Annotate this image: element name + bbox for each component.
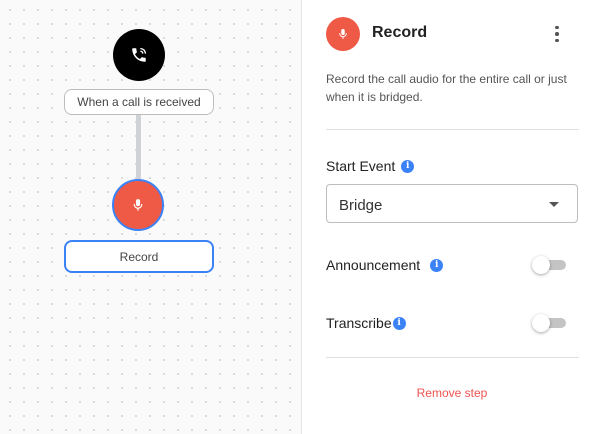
more-vertical-icon-dot xyxy=(555,38,559,43)
trigger-node[interactable] xyxy=(113,29,165,81)
announcement-label-row: Announcement i xyxy=(326,257,444,273)
microphone-icon xyxy=(133,199,143,211)
toggle-knob xyxy=(532,256,550,274)
record-node[interactable] xyxy=(112,179,164,231)
workflow-editor: When a call is received Record Record Re… xyxy=(0,0,600,434)
panel-description: Record the call audio for the entire cal… xyxy=(326,72,567,104)
trigger-node-label[interactable]: When a call is received xyxy=(64,89,214,115)
info-icon[interactable]: i xyxy=(430,258,444,272)
start-event-selected-value: Bridge xyxy=(339,197,383,214)
node-connector xyxy=(136,115,141,183)
start-event-label-row: Start Event i xyxy=(326,158,415,174)
start-event-label: Start Event xyxy=(326,158,396,174)
step-settings-panel: Record Record the call audio for the ent… xyxy=(302,0,600,434)
panel-step-icon xyxy=(326,17,360,51)
workflow-canvas[interactable]: When a call is received Record xyxy=(0,0,302,434)
more-vertical-icon xyxy=(555,25,559,30)
more-vertical-icon-dot xyxy=(555,32,559,36)
microphone-icon xyxy=(339,29,347,39)
start-event-select[interactable]: Bridge xyxy=(326,184,578,223)
announcement-label: Announcement xyxy=(326,257,421,273)
info-icon[interactable]: i xyxy=(401,159,415,173)
announcement-toggle[interactable] xyxy=(532,256,566,274)
remove-step-button[interactable]: Remove step xyxy=(326,386,578,400)
divider xyxy=(326,357,579,358)
record-node-label[interactable]: Record xyxy=(64,240,214,273)
caret-down-icon xyxy=(549,202,559,207)
more-options-button[interactable] xyxy=(550,22,564,46)
panel-title: Record xyxy=(372,24,428,41)
phone-call-icon xyxy=(132,47,147,62)
transcribe-label-row: Transcribe i xyxy=(326,315,406,331)
transcribe-toggle[interactable] xyxy=(532,314,566,332)
toggle-knob xyxy=(532,314,550,332)
transcribe-label: Transcribe xyxy=(326,315,392,331)
divider xyxy=(326,129,579,130)
info-icon[interactable]: i xyxy=(392,316,406,330)
